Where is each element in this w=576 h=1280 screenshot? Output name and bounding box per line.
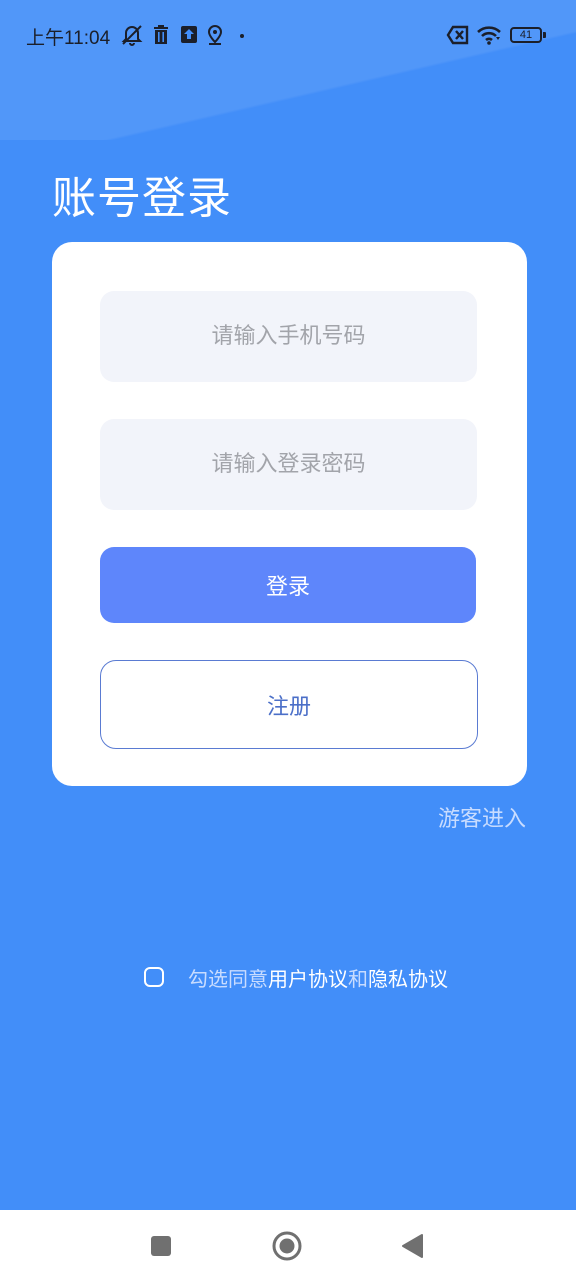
status-bar: 上午11:04 41 bbox=[0, 18, 576, 54]
back-triangle-icon bbox=[402, 1234, 423, 1258]
guest-entry-link[interactable]: 游客进入 bbox=[438, 801, 526, 833]
user-agreement-link[interactable]: 用户协议 bbox=[268, 963, 348, 992]
login-card: 登录 注册 bbox=[52, 242, 527, 786]
password-input[interactable] bbox=[100, 419, 477, 510]
agreement-row: 勾选同意 用户协议 和 隐私协议 bbox=[144, 962, 448, 992]
back-button[interactable] bbox=[396, 1230, 428, 1262]
wifi-icon bbox=[477, 26, 501, 45]
recents-square-icon bbox=[151, 1236, 171, 1256]
recents-button[interactable] bbox=[145, 1230, 177, 1262]
location-icon bbox=[207, 24, 223, 45]
login-button[interactable]: 登录 bbox=[100, 547, 476, 623]
sim-x-icon bbox=[446, 25, 469, 45]
mute-bell-icon bbox=[121, 25, 143, 46]
battery-level: 41 bbox=[519, 28, 533, 41]
trash-icon bbox=[154, 25, 168, 44]
register-button[interactable]: 注册 bbox=[100, 660, 478, 749]
page-title: 账号登录 bbox=[52, 173, 232, 224]
dot-icon bbox=[240, 34, 244, 38]
privacy-policy-link[interactable]: 隐私协议 bbox=[368, 963, 448, 992]
phone-input[interactable] bbox=[100, 291, 477, 382]
status-time: 上午11:04 bbox=[26, 28, 111, 49]
app-screen: 上午11:04 41 账号登录 请输入手机号码 登录 注册 游客进入 勾选同意 … bbox=[0, 0, 576, 1210]
agreement-and: 和 bbox=[348, 966, 368, 991]
home-circle-icon bbox=[272, 1231, 302, 1261]
agreement-checkbox[interactable] bbox=[144, 967, 164, 987]
home-button[interactable] bbox=[271, 1230, 303, 1262]
upload-icon bbox=[181, 26, 197, 43]
agreement-prefix: 勾选同意 bbox=[188, 966, 268, 991]
system-nav-bar bbox=[0, 1210, 576, 1280]
battery-cap bbox=[543, 32, 546, 38]
battery-icon: 41 bbox=[510, 27, 542, 43]
